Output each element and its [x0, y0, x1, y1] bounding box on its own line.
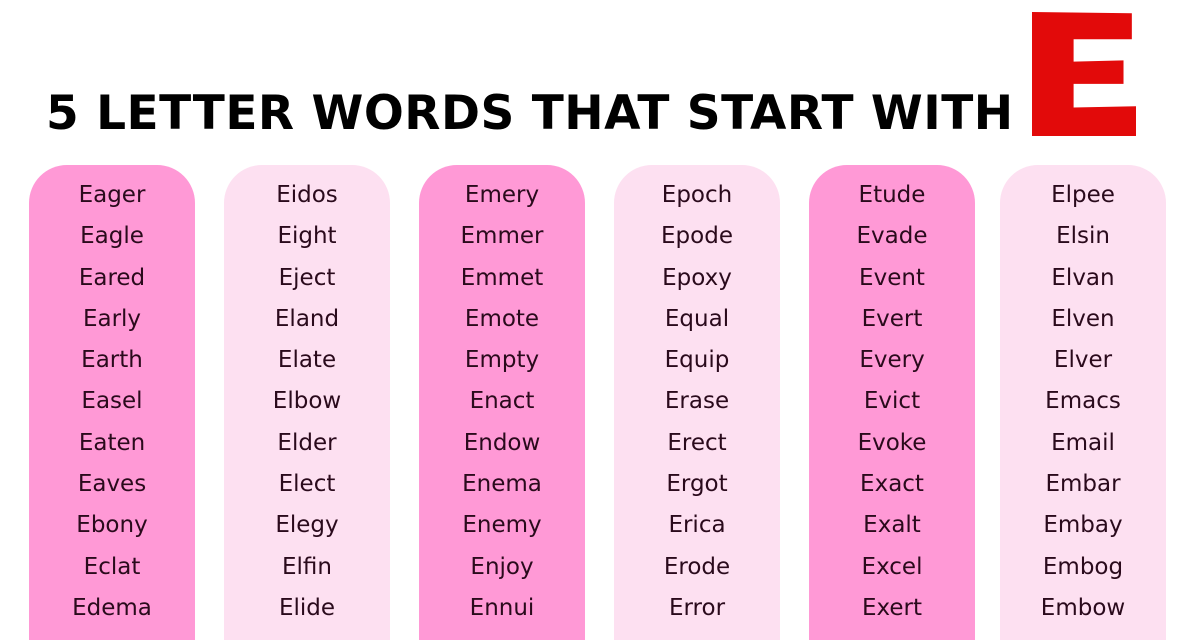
- word-item: Earth: [81, 347, 143, 374]
- word-item: Eaten: [78, 429, 146, 456]
- word-item: Eared: [78, 264, 146, 291]
- word-item: Event: [859, 264, 925, 291]
- word-item: Ebony: [76, 512, 148, 539]
- word-item: Emote: [464, 305, 540, 332]
- word-item: Every: [859, 347, 925, 374]
- word-item: Excel: [861, 553, 923, 580]
- word-item: Epoxy: [662, 264, 732, 291]
- word-item: Eidos: [276, 182, 338, 208]
- word-item: Elfin: [282, 553, 332, 580]
- word-item: Elpee: [1051, 182, 1115, 208]
- word-item: Evoke: [857, 429, 927, 456]
- word-item: Edema: [72, 594, 152, 621]
- word-item: Equal: [664, 305, 730, 332]
- word-item: Endow: [463, 429, 541, 456]
- word-item: Eager: [78, 182, 146, 208]
- word-column-6: Elpee Elsin Elvan Elven Elver Emacs Email Embar…: [1000, 165, 1166, 640]
- word-item: Elvan: [1051, 264, 1115, 291]
- word-item: Eaves: [77, 471, 147, 498]
- word-column-2: Eidos Eight Eject Eland Elate Elbow Elder Elect…: [224, 165, 390, 640]
- word-item: Emery: [464, 182, 540, 208]
- word-item: Exact: [860, 471, 924, 498]
- word-item: Emacs: [1045, 388, 1121, 415]
- word-item: Elbow: [272, 388, 342, 415]
- word-item: Evert: [861, 305, 923, 332]
- word-item: Elate: [277, 347, 337, 374]
- word-item: Evict: [863, 388, 921, 415]
- word-item: Exert: [861, 594, 923, 621]
- word-item: Epode: [661, 223, 733, 250]
- word-item: Erase: [664, 388, 730, 415]
- word-item: Emmet: [460, 264, 544, 291]
- word-column-3: Emery Emmer Emmet Emote Empty Enact Endow Enema…: [419, 165, 585, 640]
- word-item: Elver: [1053, 347, 1113, 374]
- word-item: Easel: [81, 388, 143, 415]
- page-title: 5 LETTER WORDS THAT START WITH: [46, 86, 1014, 141]
- word-item: Early: [82, 305, 142, 332]
- word-item: Elect: [278, 471, 336, 498]
- word-item: Eagle: [80, 223, 144, 250]
- word-item: Embow: [1040, 594, 1126, 621]
- word-item: Embog: [1042, 553, 1124, 580]
- word-item: Epoch: [661, 182, 733, 208]
- word-item: Eclat: [83, 553, 141, 580]
- word-item: Enemy: [462, 512, 542, 539]
- word-item: Erect: [667, 429, 727, 456]
- word-item: Eight: [277, 223, 337, 250]
- word-item: Elder: [277, 429, 337, 456]
- word-item: Emmer: [460, 223, 544, 250]
- word-item: Ergot: [666, 471, 728, 498]
- highlight-letter-graphic: E: [1032, 12, 1136, 136]
- word-item: Ennui: [469, 594, 535, 621]
- word-item: Elegy: [275, 512, 339, 539]
- word-item: Etude: [858, 182, 926, 208]
- word-item: Eject: [278, 264, 336, 291]
- word-item: Elven: [1051, 305, 1115, 332]
- word-item: Elide: [278, 594, 336, 621]
- word-item: Error: [668, 594, 726, 621]
- word-item: Email: [1051, 429, 1115, 456]
- word-column-1: Eager Eagle Eared Early Earth Easel Eaten Eaves…: [29, 165, 195, 640]
- word-item: Erica: [668, 512, 726, 539]
- word-item: Erode: [663, 553, 731, 580]
- word-item: Embay: [1043, 512, 1123, 539]
- word-item: Enema: [462, 471, 542, 498]
- word-item: Enact: [469, 388, 535, 415]
- word-column-4: Epoch Epode Epoxy Equal Equip Erase Erect Ergot…: [614, 165, 780, 640]
- word-item: Exalt: [863, 512, 921, 539]
- word-item: Empty: [464, 347, 540, 374]
- word-item: Enjoy: [470, 553, 534, 580]
- word-item: Eland: [274, 305, 340, 332]
- word-item: Elsin: [1056, 223, 1110, 250]
- word-columns: Eager Eagle Eared Early Earth Easel Eaten Eaves…: [29, 165, 1169, 640]
- word-item: Embar: [1045, 471, 1121, 498]
- word-item: Evade: [856, 223, 928, 250]
- word-column-5: Etude Evade Event Evert Every Evict Evoke Exact…: [809, 165, 975, 640]
- word-item: Equip: [664, 347, 730, 374]
